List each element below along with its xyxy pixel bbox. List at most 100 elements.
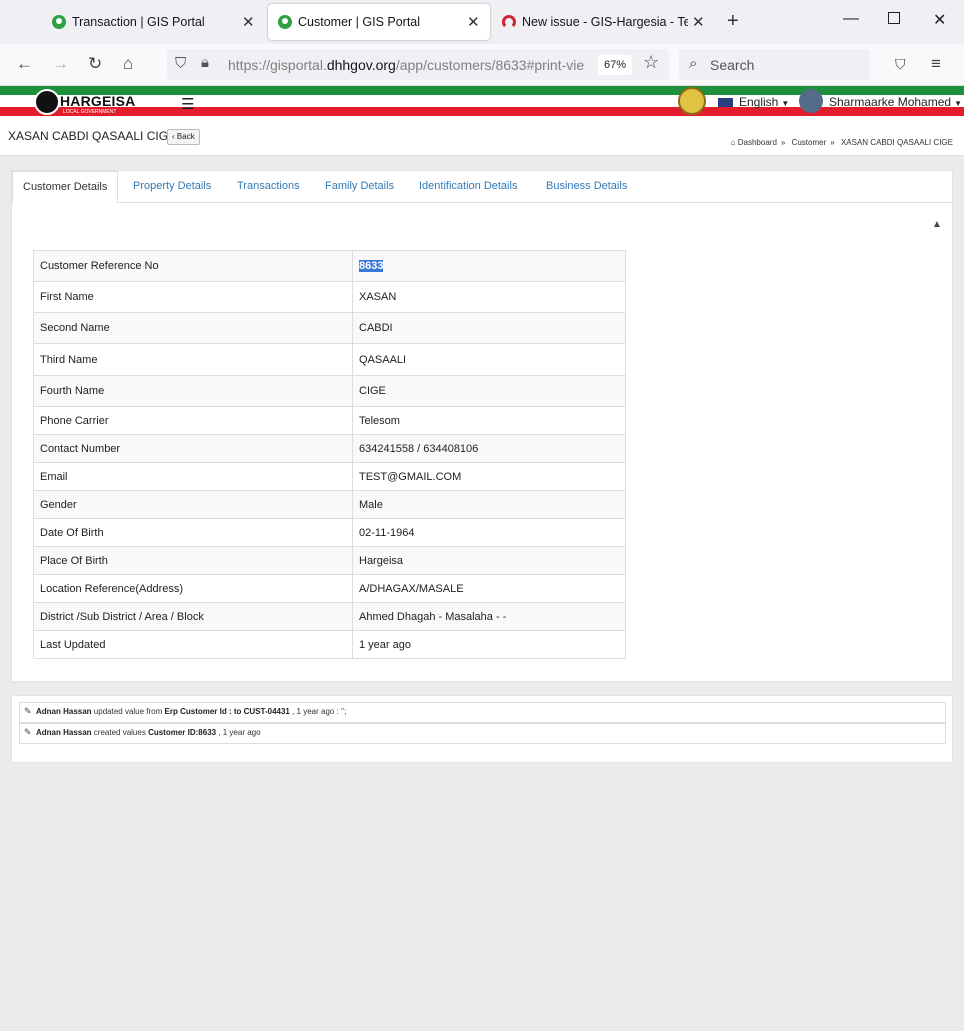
devops-favicon-icon	[502, 15, 516, 29]
breadcrumb-current: XASAN CABDI QASAALI CIGE	[840, 138, 953, 147]
zoom-level-badge[interactable]: 67%	[598, 55, 632, 75]
close-tab-icon[interactable]: ✕	[242, 13, 255, 31]
user-menu[interactable]: Sharmaarke Mohamed ▼	[829, 95, 962, 109]
field-value: 634241558 / 634408106	[352, 434, 626, 463]
url-text[interactable]: https://gisportal.dhhgov.org/app/custome…	[228, 57, 598, 73]
field-label: Customer Reference No	[33, 250, 353, 282]
field-value: 02-11-1964	[352, 518, 626, 547]
field-value: Hargeisa	[352, 546, 626, 575]
tab-identification-details[interactable]: Identification Details	[419, 180, 517, 192]
address-bar[interactable]: ⛉ 🔒︎ https://gisportal.dhhgov.org/app/cu…	[167, 49, 669, 80]
tab-family-details[interactable]: Family Details	[325, 180, 394, 192]
log-suffix: , 1 year ago : '';	[289, 707, 347, 716]
browser-tab-customer[interactable]: Customer | GIS Portal ✕	[268, 4, 490, 40]
table-row: Contact Number 634241558 / 634408106	[33, 434, 626, 463]
hargeisa-logo-icon[interactable]	[34, 89, 60, 115]
field-label: Gender	[33, 490, 353, 519]
edit-icon: ✎	[24, 727, 32, 737]
caret-down-icon: ▼	[781, 99, 790, 108]
page-title: XASAN CABDI QASAALI CIGE	[8, 129, 177, 143]
table-row: Gender Male	[33, 490, 626, 519]
field-value: Ahmed Dhagah - Masalaha - -	[352, 602, 626, 631]
customer-card: Customer Details Property Details Transa…	[11, 170, 953, 682]
edit-icon: ✎	[24, 706, 32, 716]
log-action: updated value from	[91, 707, 165, 716]
pocket-icon[interactable]: ⛉	[895, 56, 906, 73]
chevron-left-icon: ‹	[172, 132, 175, 141]
log-entry: ✎ Adnan Hassan created values Customer I…	[19, 723, 946, 744]
close-window-icon[interactable]: ✕	[933, 10, 946, 30]
tab-transactions[interactable]: Transactions	[237, 180, 300, 192]
caret-down-icon: ▼	[954, 99, 962, 108]
customer-details-table: Customer Reference No 8633 First Name XASA…	[33, 250, 626, 659]
field-label: First Name	[33, 281, 353, 313]
field-label: Third Name	[33, 343, 353, 376]
tab-property-details[interactable]: Property Details	[133, 180, 211, 192]
field-label: Second Name	[33, 312, 353, 344]
browser-tab-title: New issue - GIS-Hargesia - Team	[522, 15, 688, 29]
field-label: Location Reference(Address)	[33, 574, 353, 603]
browser-tab-transaction[interactable]: Transaction | GIS Portal ✕	[42, 4, 266, 40]
breadcrumb: ⌂ Dashboard» Customer» XASAN CABDI QASAA…	[730, 138, 953, 147]
field-value: CABDI	[352, 312, 626, 344]
hamburger-menu-icon[interactable]: ☰	[181, 95, 194, 113]
menu-icon[interactable]: ≡	[931, 54, 941, 74]
table-row: Date Of Birth 02-11-1964	[33, 518, 626, 547]
field-label: Place Of Birth	[33, 546, 353, 575]
close-tab-icon[interactable]: ✕	[467, 13, 480, 31]
back-button[interactable]: ‹ Back	[167, 129, 200, 145]
table-row: Second Name CABDI	[33, 312, 626, 344]
field-value: QASAALI	[352, 343, 626, 376]
browser-search-box[interactable]: ⌕ Search	[679, 49, 870, 80]
table-row: Fourth Name CIGE	[33, 375, 626, 407]
logo-text[interactable]: HARGEISA	[60, 93, 136, 109]
table-row: Email TEST@GMAIL.COM	[33, 462, 626, 491]
field-value: TEST@GMAIL.COM	[352, 462, 626, 491]
field-label: District /Sub District / Area / Block	[33, 602, 353, 631]
browser-nav-bar: ← → ↻ ⌂ ⛉ 🔒︎ https://gisportal.dhhgov.or…	[0, 44, 964, 86]
user-avatar[interactable]	[799, 89, 823, 113]
reload-icon[interactable]: ↻	[88, 54, 102, 74]
field-label: Fourth Name	[33, 375, 353, 407]
log-action: created values	[91, 728, 149, 737]
government-seal-icon	[678, 87, 706, 115]
minimize-icon[interactable]: —	[843, 10, 859, 28]
tab-business-details[interactable]: Business Details	[546, 180, 627, 192]
log-detail: Erp Customer Id : to CUST-04431	[164, 707, 290, 716]
field-value: Male	[352, 490, 626, 519]
browser-tab-new-issue[interactable]: New issue - GIS-Hargesia - Team ✕	[492, 4, 714, 40]
back-arrow-icon[interactable]: ←	[16, 54, 33, 74]
log-user: Adnan Hassan	[36, 707, 92, 716]
search-placeholder: Search	[710, 57, 755, 73]
field-value: CIGE	[352, 375, 626, 407]
bookmark-star-icon[interactable]: ☆	[643, 52, 659, 73]
home-icon[interactable]: ⌂	[123, 54, 133, 74]
field-label: Last Updated	[33, 630, 353, 659]
browser-tab-bar: Transaction | GIS Portal ✕ Customer | GI…	[0, 0, 964, 44]
new-tab-icon[interactable]: +	[727, 10, 739, 33]
field-value: 8633	[352, 250, 626, 282]
lock-icon[interactable]: 🔒︎	[201, 54, 209, 71]
forward-arrow-icon[interactable]: →	[52, 54, 69, 74]
site-header: HARGEISA LOCAL GOVERNMENT ☰ English ▼ Sha…	[0, 86, 964, 118]
gis-portal-favicon-icon	[52, 15, 66, 29]
gis-portal-favicon-icon	[278, 15, 292, 29]
language-selector[interactable]: English ▼	[718, 95, 789, 109]
browser-tab-title: Transaction | GIS Portal	[72, 15, 205, 29]
field-value: Telesom	[352, 406, 626, 435]
field-label: Phone Carrier	[33, 406, 353, 435]
maximize-icon[interactable]	[888, 12, 900, 24]
field-value: A/DHAGAX/MASALE	[352, 574, 626, 603]
breadcrumb-customer[interactable]: Customer	[792, 138, 827, 147]
uk-flag-icon	[718, 98, 733, 108]
collapse-chevron-up-icon[interactable]: ▲	[932, 219, 942, 230]
search-icon: ⌕	[689, 55, 698, 72]
activity-log: ✎ Adnan Hassan updated value from Erp Cu…	[11, 695, 953, 763]
breadcrumb-dashboard[interactable]: Dashboard	[738, 138, 777, 147]
field-label: Contact Number	[33, 434, 353, 463]
close-tab-icon[interactable]: ✕	[692, 13, 705, 31]
field-value: XASAN	[352, 281, 626, 313]
tab-customer-details[interactable]: Customer Details	[12, 171, 119, 203]
shield-icon[interactable]: ⛉	[175, 55, 186, 72]
log-suffix: , 1 year ago	[216, 728, 261, 737]
